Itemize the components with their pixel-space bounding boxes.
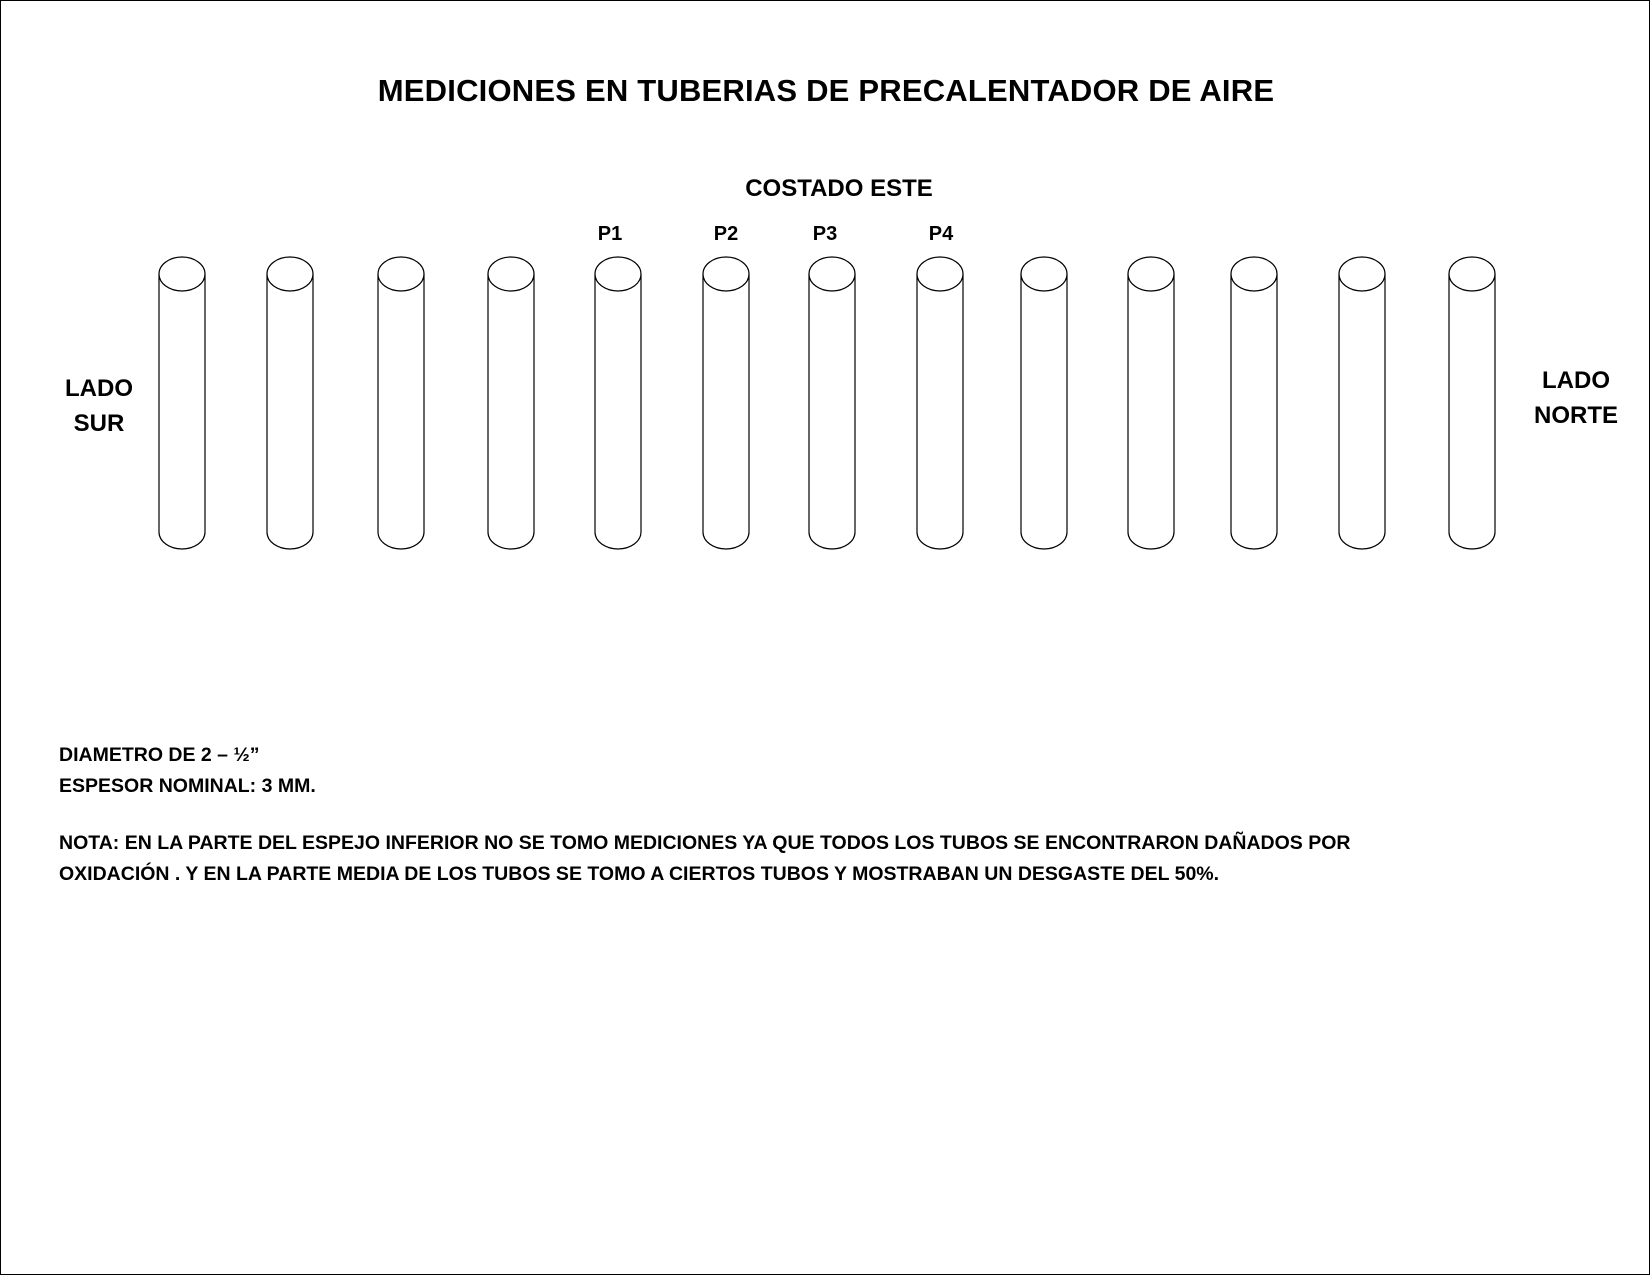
diameter-note: DIAMETRO DE 2 – ½”: [59, 744, 260, 766]
tube-top-cap: [594, 256, 642, 292]
tube-body: [377, 274, 425, 550]
nota-line-1: NOTA: EN LA PARTE DEL ESPEJO INFERIOR NO…: [59, 832, 1351, 854]
tube-body: [158, 274, 206, 550]
tube-13: [1448, 256, 1496, 550]
tube-3: [377, 256, 425, 550]
tube-10: [1127, 256, 1175, 550]
tube-top-cap: [1448, 256, 1496, 292]
tube-6: [702, 256, 750, 550]
tube-top-cap: [377, 256, 425, 292]
tube-7: [808, 256, 856, 550]
tube-top-cap: [487, 256, 535, 292]
tube-top-cap: [916, 256, 964, 292]
nota-line-2: OXIDACIÓN . Y EN LA PARTE MEDIA DE LOS T…: [59, 863, 1220, 885]
tube-body: [487, 274, 535, 550]
notes-spacer: [59, 802, 1599, 828]
tube-top-cap: [702, 256, 750, 292]
tube-5: [594, 256, 642, 550]
tube-top-cap: [1020, 256, 1068, 292]
tube-body: [1448, 274, 1496, 550]
tube-top-cap: [1230, 256, 1278, 292]
tube-body: [1020, 274, 1068, 550]
document-page: MEDICIONES EN TUBERIAS DE PRECALENTADOR …: [0, 0, 1650, 1275]
tube-body: [594, 274, 642, 550]
tube-top-cap: [808, 256, 856, 292]
tube-2: [266, 256, 314, 550]
tube-1: [158, 256, 206, 550]
tube-top-cap: [158, 256, 206, 292]
tube-9: [1020, 256, 1068, 550]
tube-4: [487, 256, 535, 550]
tube-body: [1127, 274, 1175, 550]
tube-11: [1230, 256, 1278, 550]
notes-block: DIAMETRO DE 2 – ½” ESPESOR NOMINAL: 3 MM…: [59, 740, 1599, 890]
tube-body: [808, 274, 856, 550]
tube-body: [1338, 274, 1386, 550]
tube-top-cap: [1338, 256, 1386, 292]
tube-12: [1338, 256, 1386, 550]
tube-body: [266, 274, 314, 550]
tube-body: [916, 274, 964, 550]
tube-8: [916, 256, 964, 550]
tube-body: [1230, 274, 1278, 550]
tube-body: [702, 274, 750, 550]
tube-diagram: [158, 256, 1496, 550]
tube-top-cap: [1127, 256, 1175, 292]
thickness-note: ESPESOR NOMINAL: 3 MM.: [59, 775, 316, 797]
tube-top-cap: [266, 256, 314, 292]
